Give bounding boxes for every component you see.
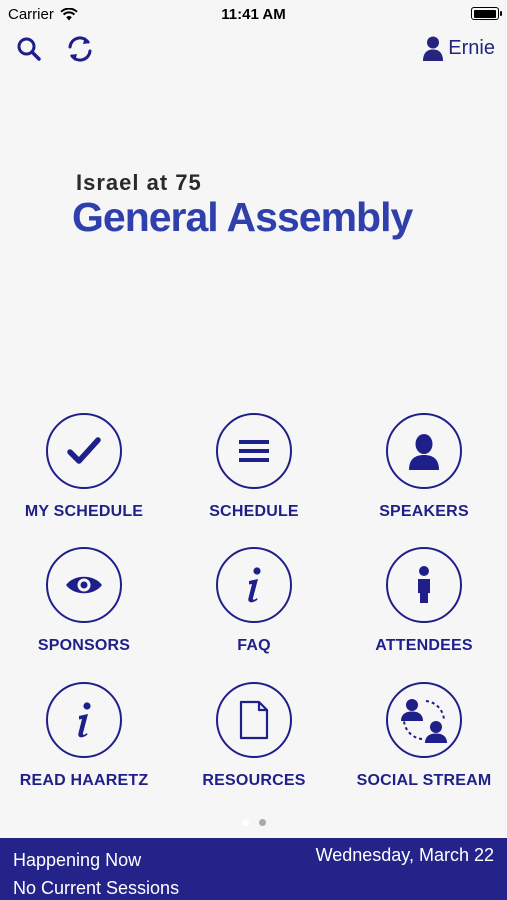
speakers-label: SPEAKERS xyxy=(379,503,469,520)
speakers-tile[interactable]: SPEAKERS xyxy=(339,413,507,521)
checkmark-icon xyxy=(67,437,101,464)
refresh-icon xyxy=(68,36,92,62)
resources-tile[interactable]: RESOURCES xyxy=(169,682,339,790)
info-person-icon xyxy=(418,566,430,603)
social-stream-circle xyxy=(386,682,462,758)
sponsors-label: SPONSORS xyxy=(37,637,131,654)
read-haaretz-label: READ HAARETZ xyxy=(19,772,149,789)
attendees-tile[interactable]: ATTENDEES xyxy=(339,547,507,655)
attendees-circle xyxy=(386,547,462,623)
search-icon xyxy=(17,37,41,61)
schedule-label: SCHEDULE xyxy=(209,503,299,520)
logo-subtitle: Israel at 75 xyxy=(76,170,202,195)
logo-title: General Assembly xyxy=(72,194,413,240)
faq-label: FAQ xyxy=(237,637,271,654)
my-schedule-tile[interactable]: MY SCHEDULE xyxy=(0,413,169,521)
read-haaretz-tile[interactable]: READ HAARETZ xyxy=(0,682,169,790)
document-icon xyxy=(239,700,269,740)
social-network-icon xyxy=(401,699,447,743)
status-bar: Carrier 11:41 AM xyxy=(0,0,507,28)
user-icon xyxy=(423,36,444,61)
happening-now-date: Wednesday, March 22 xyxy=(315,845,494,865)
refresh-button[interactable] xyxy=(63,32,97,66)
speakers-circle xyxy=(386,413,462,489)
battery-icon xyxy=(471,7,502,20)
happening-now-bar[interactable]: Happening Now No Current Sessions Wednes… xyxy=(0,838,507,900)
happening-now-status: No Current Sessions xyxy=(13,878,180,898)
faq-circle xyxy=(216,547,292,623)
social-stream-label: SOCIAL STREAM xyxy=(356,772,492,789)
person-icon xyxy=(409,434,439,470)
info-icon xyxy=(78,702,91,738)
resources-label: RESOURCES xyxy=(202,772,306,789)
read-haaretz-circle xyxy=(46,682,122,758)
status-time: 11:41 AM xyxy=(221,6,286,23)
attendees-label: ATTENDEES xyxy=(375,637,473,654)
search-button[interactable] xyxy=(12,32,46,66)
faq-tile[interactable]: FAQ xyxy=(169,547,339,655)
sponsors-circle xyxy=(46,547,122,623)
social-stream-tile[interactable]: SOCIAL STREAM xyxy=(339,682,507,790)
my-schedule-circle xyxy=(46,413,122,489)
page-dot-1[interactable] xyxy=(241,819,249,826)
event-logo: Israel at 75 General Assembly xyxy=(72,170,413,241)
user-profile-button[interactable]: Ernie xyxy=(422,32,495,64)
user-name: Ernie xyxy=(448,36,495,59)
happening-now-heading: Happening Now xyxy=(13,850,142,870)
sponsors-tile[interactable]: SPONSORS xyxy=(0,547,169,655)
page-indicator[interactable] xyxy=(0,819,507,826)
page-dot-2[interactable] xyxy=(258,819,266,826)
my-schedule-label: MY SCHEDULE xyxy=(24,503,144,520)
schedule-tile[interactable]: SCHEDULE xyxy=(169,413,339,521)
resources-circle xyxy=(216,682,292,758)
eye-icon xyxy=(66,576,102,594)
info-icon xyxy=(248,567,261,603)
list-icon xyxy=(239,440,269,462)
schedule-circle xyxy=(216,413,292,489)
